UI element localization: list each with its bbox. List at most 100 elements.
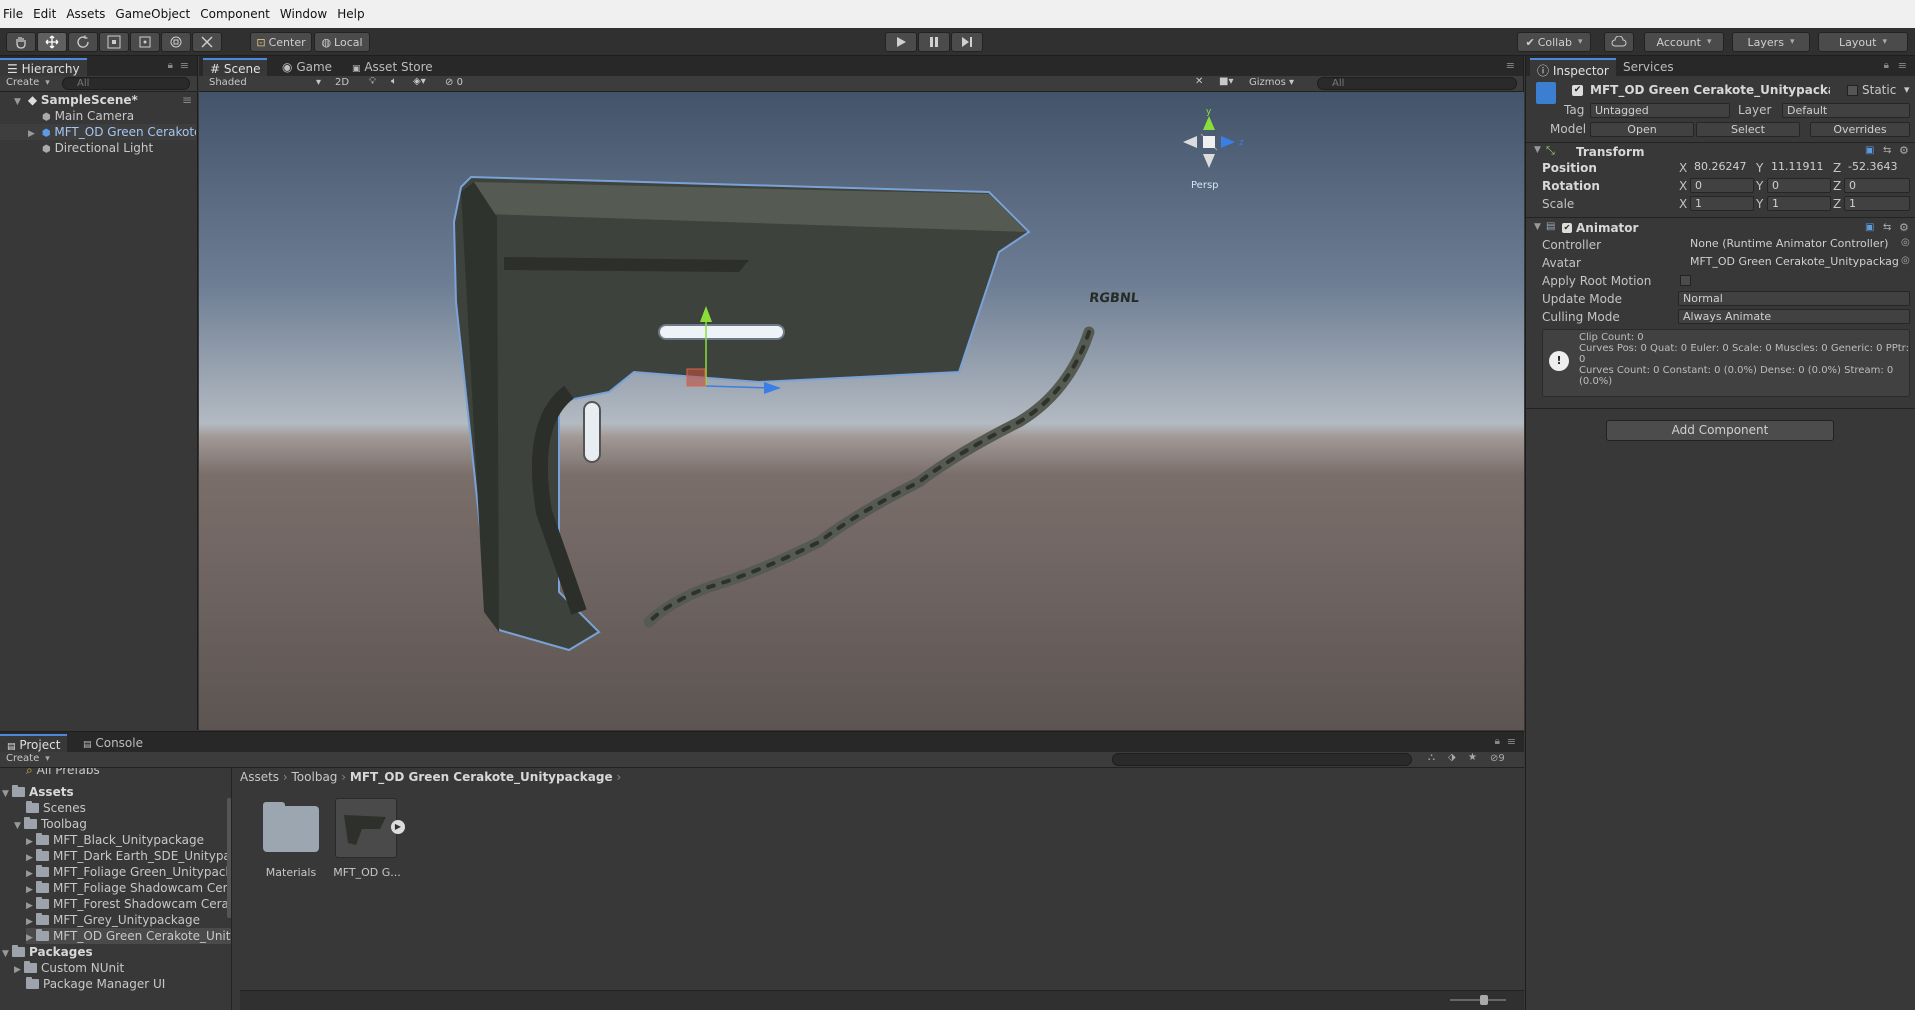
object-picker-icon[interactable]: ◎	[1901, 237, 1910, 248]
breadcrumb-assets[interactable]: Assets	[240, 770, 279, 784]
model-select-button[interactable]: Select	[1696, 122, 1800, 137]
expand-triangle-icon[interactable]: ▶	[28, 126, 38, 140]
zoom-slider-track[interactable]	[1450, 999, 1506, 1001]
cloud-button[interactable]	[1604, 32, 1634, 52]
scale-x-field[interactable]: 1	[1690, 196, 1754, 211]
asset-item-model[interactable]: ▶ MFT_OD G...	[333, 798, 405, 884]
lock-icon[interactable]: 🔒︎	[1495, 736, 1500, 747]
object-name-field[interactable]: MFT_OD Green Cerakote_Unitypackage	[1590, 83, 1830, 97]
play-button[interactable]	[885, 32, 917, 52]
tree-scrollbar[interactable]	[227, 798, 231, 918]
hierarchy-create-dropdown[interactable]: Create	[6, 77, 50, 88]
pivot-toggle[interactable]: ⊡ Center	[250, 32, 312, 52]
space-toggle[interactable]: ◍ Local	[314, 32, 370, 52]
menu-help[interactable]: Help	[332, 7, 369, 21]
filter-label-icon[interactable]: ⬗	[1448, 752, 1456, 763]
tree-item-folder[interactable]: ▶ MFT_Grey_Unitypackage	[26, 912, 200, 928]
panel-menu-icon[interactable]: ≡	[1507, 735, 1516, 748]
layers-dropdown[interactable]: Layers	[1732, 32, 1810, 52]
apply-root-motion-checkbox[interactable]	[1680, 275, 1691, 286]
zoom-slider-handle[interactable]	[1480, 995, 1488, 1005]
tab-inspector[interactable]: ⓘ Inspector	[1530, 58, 1616, 78]
presets-icon[interactable]: ⇆	[1883, 222, 1891, 233]
lock-icon[interactable]: 🔒︎	[1884, 60, 1889, 71]
lock-icon[interactable]: 🔒︎	[168, 60, 173, 71]
panel-menu-icon[interactable]: ≡	[1506, 59, 1515, 72]
scale-tool-button[interactable]	[99, 32, 129, 52]
scene-row[interactable]: ▼ ◆ SampleScene* ≡	[0, 92, 196, 108]
layer-dropdown[interactable]: Default	[1782, 103, 1910, 118]
tree-item-folder[interactable]: ▶MFT_Foliage Green_Unitypackage	[26, 864, 231, 880]
tree-item-folder[interactable]: ▶MFT_Forest Shadowcam Cerakote	[26, 896, 231, 912]
z-axis-handle[interactable]	[764, 382, 781, 394]
static-checkbox[interactable]	[1847, 85, 1858, 96]
menu-gameobject[interactable]: GameObject	[110, 7, 195, 21]
presets-icon[interactable]: ⇆	[1883, 145, 1891, 156]
xy-plane-handle[interactable]	[686, 368, 706, 387]
collab-dropdown[interactable]: ✔ Collab	[1517, 32, 1591, 52]
move-tool-button[interactable]	[37, 32, 67, 52]
expand-triangle-icon[interactable]: ▼	[14, 94, 24, 108]
custom-tool-button[interactable]	[192, 32, 222, 52]
animator-foldout-icon[interactable]: ▼	[1534, 222, 1544, 232]
audio-icon[interactable]: 🔈︎	[391, 76, 397, 87]
help-icon[interactable]: ▣	[1865, 222, 1874, 233]
gear-icon[interactable]: ⚙	[1899, 144, 1909, 157]
tab-services[interactable]: Services	[1616, 58, 1681, 76]
position-z-field[interactable]: -52.3643	[1844, 160, 1910, 175]
menu-component[interactable]: Component	[195, 7, 275, 21]
tree-item-packages[interactable]: ▼ Packages	[2, 944, 93, 960]
controller-field[interactable]: None (Runtime Animator Controller)	[1678, 237, 1898, 252]
tree-item-toolbag[interactable]: ▼ Toolbag	[14, 816, 87, 832]
persp-label[interactable]: Persp	[1191, 180, 1219, 191]
position-x-field[interactable]: 80.26247	[1690, 160, 1754, 175]
rotate-tool-button[interactable]	[68, 32, 98, 52]
active-checkbox[interactable]: ✔	[1572, 85, 1583, 96]
step-button[interactable]	[951, 32, 983, 52]
tab-game[interactable]: ◉ Game	[275, 58, 339, 76]
tag-dropdown[interactable]: Untagged	[1590, 103, 1730, 118]
tree-item-package[interactable]: Package Manager UI	[26, 976, 165, 992]
animator-enabled-checkbox[interactable]: ✔	[1562, 223, 1572, 233]
model-overrides-dropdown[interactable]: Overrides	[1810, 122, 1910, 137]
shading-mode-dropdown[interactable]: Shaded ▾	[209, 77, 321, 88]
tools-icon[interactable]: ✕	[1195, 76, 1203, 87]
gear-icon[interactable]: ⚙	[1899, 221, 1909, 234]
scale-y-field[interactable]: 1	[1767, 196, 1831, 211]
menu-file[interactable]: File	[0, 7, 28, 21]
camera-icon[interactable]: ■▾	[1219, 76, 1233, 87]
scene-search-input[interactable]: All	[1317, 77, 1517, 90]
tree-item-folder[interactable]: ▶MFT_Dark Earth_SDE_Unitypackage	[26, 848, 231, 864]
hierarchy-item[interactable]: ⬢ Directional Light	[0, 140, 196, 156]
add-component-button[interactable]: Add Component	[1606, 420, 1834, 441]
scene-viewport[interactable]: RGBNL y z Persp	[199, 92, 1524, 730]
breadcrumb-toolbag[interactable]: Toolbag	[292, 770, 338, 784]
breadcrumb-current[interactable]: MFT_OD Green Cerakote_Unitypackage	[350, 770, 613, 784]
rect-tool-button[interactable]	[130, 32, 160, 52]
tree-item-folder[interactable]: ▶MFT_Foliage Shadowcam Cerakote	[26, 880, 231, 896]
favorite-star-icon[interactable]: ★	[1468, 752, 1477, 763]
help-icon[interactable]: ▣	[1865, 145, 1874, 156]
tree-item-package[interactable]: ▶ Custom NUnit	[14, 960, 124, 976]
hierarchy-search-input[interactable]: All	[62, 77, 190, 90]
rotation-x-field[interactable]: 0	[1690, 178, 1754, 193]
chevron-down-icon[interactable]: ▾	[1904, 83, 1910, 96]
panel-menu-icon[interactable]: ≡	[180, 59, 189, 72]
transform-tool-button[interactable]	[161, 32, 191, 52]
hidden-packages-toggle[interactable]: ⊘9	[1490, 753, 1505, 764]
tab-asset-store[interactable]: ▣ Asset Store	[345, 58, 440, 76]
lighting-icon[interactable]: 💡︎	[369, 76, 376, 87]
tab-console[interactable]: ▤ Console	[76, 734, 150, 752]
layout-dropdown[interactable]: Layout	[1818, 32, 1908, 52]
culling-mode-dropdown[interactable]: Always Animate	[1678, 309, 1910, 324]
expand-triangle-icon[interactable]: ▼	[14, 818, 24, 834]
menu-edit[interactable]: Edit	[28, 7, 61, 21]
update-mode-dropdown[interactable]: Normal	[1678, 291, 1910, 306]
menu-assets[interactable]: Assets	[61, 7, 110, 21]
object-picker-icon[interactable]: ◎	[1901, 255, 1910, 266]
model-open-button[interactable]: Open	[1590, 122, 1694, 137]
tree-item-folder[interactable]: ▶ MFT_Black_Unitypackage	[26, 832, 204, 848]
avatar-field[interactable]: MFT_OD Green Cerakote_UnitypackageAvatar	[1678, 255, 1898, 270]
project-search-input[interactable]	[1112, 753, 1412, 766]
rotation-z-field[interactable]: 0	[1844, 178, 1910, 193]
